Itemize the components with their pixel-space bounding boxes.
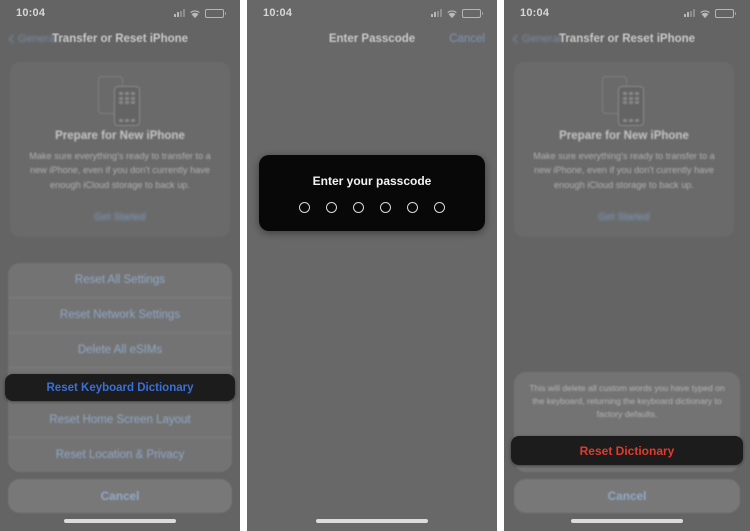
battery-icon xyxy=(205,8,226,18)
highlighted-option-reset-keyboard-dictionary[interactable]: Reset Keyboard Dictionary xyxy=(5,374,235,401)
home-indicator xyxy=(571,519,683,523)
panel-confirm-reset: 10:04 General Transfer or Reset iPhone P… xyxy=(504,0,750,531)
battery-icon xyxy=(715,8,736,18)
passcode-dot-6 xyxy=(434,201,445,213)
sheet-option-reset-network-settings[interactable]: Reset Network Settings xyxy=(8,298,232,333)
get-started-link[interactable]: Get Started xyxy=(10,212,230,223)
reset-options-group: Reset All Settings Reset Network Setting… xyxy=(8,263,232,472)
passcode-dot-1 xyxy=(299,201,310,213)
prepare-for-new-iphone-card[interactable]: Prepare for New iPhone Make sure everyth… xyxy=(514,62,734,237)
status-bar-icons xyxy=(174,8,226,18)
confirm-cancel-button[interactable]: Cancel xyxy=(514,479,740,513)
home-indicator xyxy=(316,519,428,523)
panel-enter-passcode: 10:04 Enter Passcode Cancel Enter your p… xyxy=(247,0,497,531)
cellular-signal-icon xyxy=(174,9,185,17)
cellular-signal-icon xyxy=(431,9,442,17)
confirm-message: This will delete all custom words you ha… xyxy=(529,383,725,420)
three-panel-screenshot: 10:04 General Transfer or Reset iPhone P… xyxy=(0,0,750,531)
chevron-left-icon xyxy=(8,34,18,44)
status-bar-time: 10:04 xyxy=(263,7,293,19)
chevron-left-icon xyxy=(512,34,522,44)
wifi-icon xyxy=(699,9,711,18)
panel-divider-2 xyxy=(497,0,504,531)
cellular-signal-icon xyxy=(684,9,695,17)
highlighted-reset-dictionary-button[interactable]: Reset Dictionary xyxy=(511,436,743,465)
nav-bar: Enter Passcode Cancel xyxy=(247,28,497,50)
prepare-card-title: Prepare for New iPhone xyxy=(55,130,185,142)
status-bar: 10:04 xyxy=(247,0,497,26)
sheet-option-reset-home-screen-layout[interactable]: Reset Home Screen Layout xyxy=(8,403,232,438)
new-phone-icon xyxy=(114,86,140,126)
wifi-icon xyxy=(446,9,458,18)
panel-reset-options: 10:04 General Transfer or Reset iPhone P… xyxy=(0,0,240,531)
wifi-icon xyxy=(189,9,201,18)
back-button-label: General xyxy=(18,33,58,45)
two-phones-icon xyxy=(92,74,148,126)
nav-bar: General Transfer or Reset iPhone xyxy=(504,28,750,50)
passcode-prompt-title: Enter your passcode xyxy=(312,173,432,188)
passcode-prompt-dialog: Enter your passcode xyxy=(259,155,485,231)
sheet-cancel-button[interactable]: Cancel xyxy=(8,479,232,513)
cancel-button[interactable]: Cancel xyxy=(449,33,485,45)
nav-bar: General Transfer or Reset iPhone xyxy=(0,28,240,50)
status-bar-time: 10:04 xyxy=(520,7,550,19)
sheet-option-reset-all-settings[interactable]: Reset All Settings xyxy=(8,263,232,298)
passcode-dot-5 xyxy=(407,201,418,213)
passcode-dot-2 xyxy=(326,201,337,213)
back-button[interactable]: General xyxy=(512,33,562,45)
status-bar-time: 10:04 xyxy=(16,7,46,19)
back-button-label: General xyxy=(522,33,562,45)
home-indicator xyxy=(64,519,176,523)
prepare-card-body: Make sure everything's ready to transfer… xyxy=(29,151,211,190)
status-bar-icons xyxy=(684,8,736,18)
passcode-dots[interactable] xyxy=(299,201,445,213)
prepare-card-body: Make sure everything's ready to transfer… xyxy=(533,151,715,190)
sheet-option-delete-all-esims[interactable]: Delete All eSIMs xyxy=(8,333,232,368)
passcode-dot-4 xyxy=(380,201,391,213)
two-phones-icon xyxy=(596,74,652,126)
status-bar: 10:04 xyxy=(504,0,750,26)
sheet-option-reset-location-privacy[interactable]: Reset Location & Privacy xyxy=(8,438,232,472)
prepare-card-title: Prepare for New iPhone xyxy=(559,130,689,142)
status-bar: 10:04 xyxy=(0,0,240,26)
get-started-link[interactable]: Get Started xyxy=(514,212,734,223)
passcode-dot-3 xyxy=(353,201,364,213)
panel-divider-1 xyxy=(240,0,247,531)
new-phone-icon xyxy=(618,86,644,126)
battery-icon xyxy=(462,8,483,18)
back-button[interactable]: General xyxy=(8,33,58,45)
status-bar-icons xyxy=(431,8,483,18)
prepare-for-new-iphone-card[interactable]: Prepare for New iPhone Make sure everyth… xyxy=(10,62,230,237)
